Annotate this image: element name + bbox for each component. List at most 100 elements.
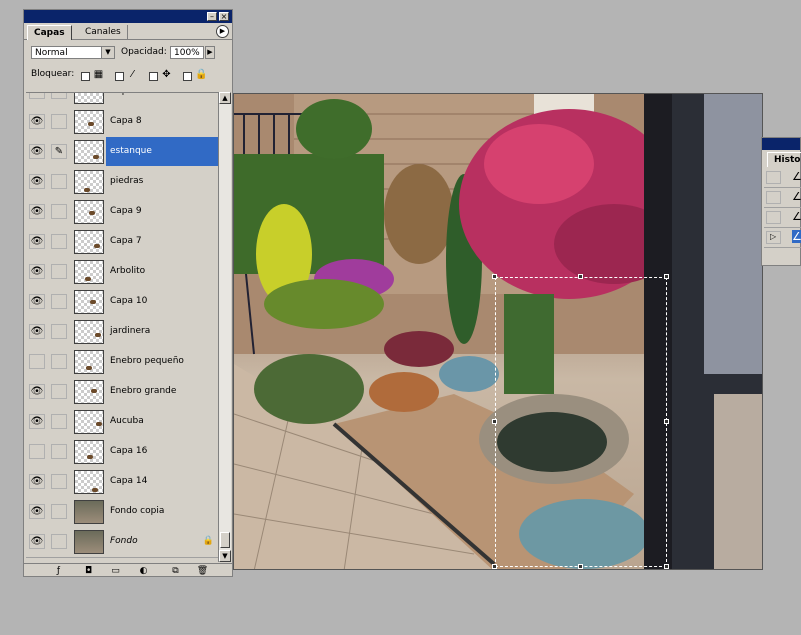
eye-icon[interactable]: 👁	[29, 384, 45, 399]
brush-icon[interactable]	[51, 324, 67, 339]
eye-icon[interactable]: 👁	[29, 114, 45, 129]
new-layer-icon[interactable]: ⧉	[169, 565, 182, 577]
eye-icon[interactable]	[29, 444, 45, 459]
brush-icon[interactable]	[51, 174, 67, 189]
layer-row[interactable]: 👁 Arbolito	[26, 257, 218, 288]
layer-style-icon[interactable]: ƒ	[52, 565, 65, 577]
opacity-input[interactable]: 100%	[170, 46, 204, 59]
brush-icon[interactable]	[51, 204, 67, 219]
adjustment-layer-icon[interactable]: ◐	[137, 565, 150, 577]
scroll-down-button[interactable]: ▼	[219, 550, 231, 562]
brush-icon[interactable]: ✎	[51, 144, 67, 159]
transform-handle[interactable]	[578, 564, 583, 569]
history-step[interactable]: ∠	[764, 168, 801, 188]
history-step[interactable]: ∠	[764, 188, 801, 208]
minimize-button[interactable]: –	[207, 12, 217, 21]
eye-icon[interactable]: 👁	[29, 174, 45, 189]
brush-icon[interactable]	[51, 414, 67, 429]
layer-row[interactable]: 👁 Capa 8	[26, 107, 218, 138]
history-step[interactable]: ∠	[764, 208, 801, 228]
layer-row[interactable]: Enebro pequeño	[26, 347, 218, 378]
brush-icon[interactable]	[51, 294, 67, 309]
tab-layers[interactable]: Capas	[27, 25, 72, 40]
transform-handle[interactable]	[492, 274, 497, 279]
new-group-icon[interactable]: ▭	[109, 565, 122, 577]
brush-icon[interactable]	[51, 93, 67, 99]
transform-handle[interactable]	[664, 274, 669, 279]
eye-icon[interactable]: 👁	[29, 324, 45, 339]
lock-position-checkbox[interactable]	[149, 72, 158, 81]
history-snapshot-box[interactable]	[766, 171, 781, 184]
layer-row[interactable]: 👁 jardinera	[26, 317, 218, 348]
brush-icon[interactable]	[51, 504, 67, 519]
tab-history[interactable]: Histo	[767, 152, 801, 167]
lock-pixels-checkbox[interactable]	[115, 72, 124, 81]
thumbnail-content	[88, 122, 94, 126]
brush-icon[interactable]	[51, 354, 67, 369]
brush-icon[interactable]	[51, 444, 67, 459]
layers-bottom-toolbar: ƒ ◘ ▭ ◐ ⧉ 🗑	[24, 563, 232, 578]
transform-handle[interactable]	[578, 274, 583, 279]
layer-thumbnail	[74, 470, 104, 494]
history-snapshot-box[interactable]	[766, 191, 781, 204]
close-button[interactable]: ×	[219, 12, 229, 21]
layer-name: Arbolito	[110, 266, 146, 276]
transform-handle[interactable]	[664, 564, 669, 569]
eye-icon[interactable]	[29, 354, 45, 369]
thumbnail-content	[84, 188, 90, 192]
eye-icon[interactable]: 👁	[29, 234, 45, 249]
layer-row[interactable]: 👁 piedras	[26, 167, 218, 198]
scroll-thumb[interactable]	[220, 532, 230, 548]
blend-mode-select[interactable]: Normal ▼	[31, 46, 115, 59]
brush-icon[interactable]	[51, 114, 67, 129]
layer-name: Capa 7	[110, 236, 142, 246]
layer-row[interactable]: 👁 Capa 14	[26, 467, 218, 498]
layer-row[interactable]: 👁 Aucuba	[26, 407, 218, 438]
layer-row[interactable]: 👁 Capa 9	[26, 197, 218, 228]
lock-transparency-checkbox[interactable]	[81, 72, 90, 81]
history-titlebar[interactable]	[762, 138, 800, 150]
layer-row[interactable]: 👁 Capa 7	[26, 227, 218, 258]
eye-icon[interactable]: 👁	[29, 474, 45, 489]
brush-icon[interactable]	[51, 384, 67, 399]
opacity-slider-button[interactable]: ▶	[205, 46, 215, 59]
layer-mask-icon[interactable]: ◘	[82, 565, 95, 577]
eye-icon[interactable]: 👁	[29, 504, 45, 519]
layer-thumbnail	[74, 380, 104, 404]
brush-icon[interactable]	[51, 234, 67, 249]
eye-icon[interactable]: 👁	[29, 204, 45, 219]
palette-menu-icon[interactable]: ▶	[216, 25, 229, 38]
eye-icon[interactable]: 👁	[29, 414, 45, 429]
history-snapshot-box[interactable]: ▷	[766, 231, 781, 244]
layer-row[interactable]: 👁 Fondo 🔒	[26, 527, 218, 558]
eye-icon[interactable]	[29, 93, 45, 99]
history-step[interactable]: ▷ ∠	[764, 228, 801, 248]
layers-titlebar[interactable]: – ×	[24, 10, 232, 23]
transform-handle[interactable]	[664, 419, 669, 424]
eye-icon[interactable]: 👁	[29, 144, 45, 159]
layer-row[interactable]: 👁 ✎ estanque	[26, 137, 218, 168]
tab-channels[interactable]: Canales	[79, 25, 128, 39]
transform-handle[interactable]	[492, 564, 497, 569]
chevron-down-icon[interactable]: ▼	[101, 47, 114, 58]
eye-icon[interactable]: 👁	[29, 264, 45, 279]
eye-icon[interactable]: 👁	[29, 294, 45, 309]
brush-icon[interactable]	[51, 474, 67, 489]
blend-opacity-row: Normal ▼ Opacidad: 100% ▶	[29, 45, 227, 61]
trash-icon[interactable]: 🗑	[196, 565, 209, 577]
layer-row[interactable]: 👁 Fondo copia	[26, 497, 218, 528]
selection-marquee	[495, 277, 667, 567]
lock-all-checkbox[interactable]	[183, 72, 192, 81]
layer-row[interactable]: Capa 16	[26, 437, 218, 468]
layer-name: Enebro pequeño	[110, 356, 184, 366]
layer-row[interactable]: 👁 Capa 10	[26, 287, 218, 318]
layer-row[interactable]: 👁 Enebro grande	[26, 377, 218, 408]
brush-icon[interactable]	[51, 534, 67, 549]
brush-icon[interactable]	[51, 264, 67, 279]
scroll-up-button[interactable]: ▲	[219, 92, 231, 104]
history-snapshot-box[interactable]	[766, 211, 781, 224]
layer-row[interactable]: Capa 11	[26, 93, 218, 108]
eye-icon[interactable]: 👁	[29, 534, 45, 549]
layer-list-scrollbar[interactable]: ▲ ▼	[218, 92, 231, 562]
transform-handle[interactable]	[492, 419, 497, 424]
